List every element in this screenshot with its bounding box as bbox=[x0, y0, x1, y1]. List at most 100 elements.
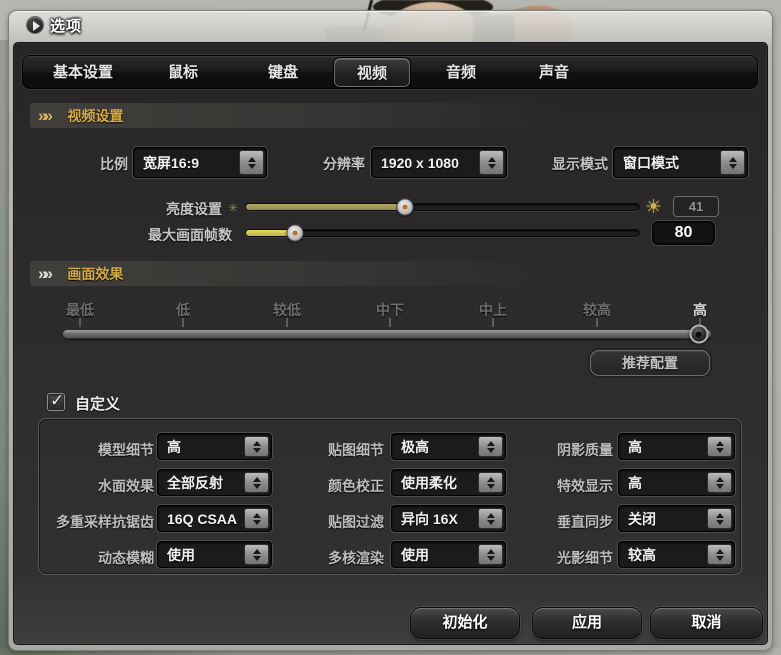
select-display-mode[interactable]: 窗口模式 bbox=[613, 147, 748, 178]
quality-label-low: 低 bbox=[176, 300, 190, 320]
tab-basic-settings[interactable]: 基本设置 bbox=[53, 56, 113, 90]
tab-sound[interactable]: 声音 bbox=[539, 56, 569, 90]
select-model-detail[interactable]: 高 bbox=[157, 433, 272, 460]
antialiasing-label: 多重采样抗锯齿 bbox=[44, 512, 154, 532]
spinner-button[interactable] bbox=[244, 472, 269, 493]
display-mode-label: 显示模式 bbox=[528, 154, 608, 174]
spinner-button[interactable] bbox=[707, 544, 732, 565]
quality-label-higher: 较高 bbox=[583, 300, 611, 320]
quality-label-mid-high: 中上 bbox=[479, 300, 507, 320]
select-effect-display[interactable]: 高 bbox=[618, 469, 735, 496]
select-resolution[interactable]: 1920 x 1080 bbox=[371, 147, 507, 178]
select-lighting-detail[interactable]: 较高 bbox=[618, 541, 735, 568]
quality-slider[interactable] bbox=[62, 329, 712, 339]
arrow-down-icon bbox=[716, 556, 724, 561]
select-value: 异向 16X bbox=[401, 509, 458, 529]
select-shadow-quality[interactable]: 高 bbox=[618, 433, 735, 460]
arrow-up-icon bbox=[487, 441, 495, 446]
arrow-down-icon bbox=[488, 164, 496, 169]
quality-label-lower: 较低 bbox=[273, 300, 301, 320]
shadow-quality-label: 阴影质量 bbox=[517, 440, 613, 460]
arrow-down-icon bbox=[487, 556, 495, 561]
quality-tick bbox=[79, 318, 81, 327]
model-detail-label: 模型细节 bbox=[44, 440, 154, 460]
play-circle-icon bbox=[26, 16, 44, 34]
select-antialiasing[interactable]: 16Q CSAA bbox=[157, 505, 272, 532]
select-value: 宽屏16:9 bbox=[143, 153, 199, 173]
select-value: 使用柔化 bbox=[401, 473, 457, 493]
checkmark-icon: ✓ bbox=[50, 391, 64, 411]
select-color-correction[interactable]: 使用柔化 bbox=[391, 469, 506, 496]
select-value: 16Q CSAA bbox=[167, 511, 237, 527]
framerate-value: 80 bbox=[652, 221, 715, 245]
window-title: 选项 bbox=[50, 15, 82, 36]
spinner-button[interactable] bbox=[478, 436, 503, 457]
quality-tick bbox=[492, 318, 494, 327]
options-screen: 选项 基本设置 鼠标 键盘 视频 音频 声音 »» 视频设置 比例 宽屏16:9… bbox=[0, 0, 781, 655]
quality-label-lowest: 最低 bbox=[66, 300, 94, 320]
arrow-up-icon bbox=[253, 549, 261, 554]
arrow-up-icon bbox=[488, 157, 496, 162]
cancel-button[interactable]: 取消 bbox=[650, 607, 763, 639]
brightness-slider-handle[interactable] bbox=[397, 199, 414, 216]
arrow-down-icon bbox=[253, 484, 261, 489]
select-aspect-ratio[interactable]: 宽屏16:9 bbox=[133, 147, 267, 178]
spinner-button[interactable] bbox=[244, 508, 269, 529]
select-texture-filter[interactable]: 异向 16X bbox=[391, 505, 506, 532]
spinner-button[interactable] bbox=[720, 150, 745, 175]
select-water-effect[interactable]: 全部反射 bbox=[157, 469, 272, 496]
select-value: 较高 bbox=[628, 545, 656, 565]
spinner-button[interactable] bbox=[478, 508, 503, 529]
spinner-button[interactable] bbox=[244, 436, 269, 457]
tab-audio[interactable]: 音频 bbox=[446, 56, 476, 90]
section-title: 画面效果 bbox=[67, 266, 123, 282]
tab-keyboard[interactable]: 键盘 bbox=[268, 56, 298, 90]
arrow-up-icon bbox=[729, 157, 737, 162]
select-value: 1920 x 1080 bbox=[381, 155, 459, 171]
tab-video[interactable]: 视频 bbox=[334, 58, 410, 87]
custom-settings-group: 模型细节 高 水面效果 全部反射 多重采样抗锯齿 16Q CSAA 动态模糊 使… bbox=[38, 418, 742, 575]
sun-icon: ☀ bbox=[645, 196, 662, 219]
arrow-down-icon bbox=[253, 520, 261, 525]
section-chevron-icon: » bbox=[43, 106, 52, 125]
spinner-button[interactable] bbox=[478, 544, 503, 565]
spinner-button[interactable] bbox=[239, 150, 264, 175]
select-value: 高 bbox=[167, 437, 181, 457]
select-motion-blur[interactable]: 使用 bbox=[157, 541, 272, 568]
select-vsync[interactable]: 关闭 bbox=[618, 505, 735, 532]
initialize-button[interactable]: 初始化 bbox=[410, 607, 520, 639]
select-texture-detail[interactable]: 极高 bbox=[391, 433, 506, 460]
arrow-down-icon bbox=[487, 484, 495, 489]
custom-checkbox-label[interactable]: 自定义 bbox=[75, 393, 120, 414]
recommended-config-button[interactable]: 推荐配置 bbox=[590, 350, 710, 376]
custom-checkbox[interactable]: ✓ bbox=[47, 393, 65, 411]
spinner-button[interactable] bbox=[478, 472, 503, 493]
select-value: 窗口模式 bbox=[623, 153, 679, 173]
framerate-slider[interactable] bbox=[245, 229, 640, 237]
select-value: 高 bbox=[628, 437, 642, 457]
texture-filter-label: 贴图过滤 bbox=[289, 512, 384, 532]
arrow-up-icon bbox=[487, 477, 495, 482]
apply-button[interactable]: 应用 bbox=[532, 607, 642, 639]
effect-display-label: 特效显示 bbox=[517, 476, 613, 496]
tab-mouse[interactable]: 鼠标 bbox=[168, 56, 198, 90]
brightness-slider-fill bbox=[246, 204, 405, 210]
select-value: 极高 bbox=[401, 437, 429, 457]
arrow-up-icon bbox=[487, 513, 495, 518]
spinner-button[interactable] bbox=[479, 150, 504, 175]
arrow-down-icon bbox=[729, 164, 737, 169]
multicore-render-label: 多核渲染 bbox=[289, 548, 384, 568]
spinner-button[interactable] bbox=[707, 436, 732, 457]
asterisk-icon: ✳ bbox=[228, 201, 238, 215]
spinner-button[interactable] bbox=[707, 472, 732, 493]
select-value: 关闭 bbox=[628, 509, 656, 529]
framerate-slider-handle[interactable] bbox=[286, 225, 303, 242]
quality-tick bbox=[596, 318, 598, 327]
brightness-slider[interactable] bbox=[245, 203, 640, 211]
spinner-button[interactable] bbox=[244, 544, 269, 565]
arrow-up-icon bbox=[253, 441, 261, 446]
quality-slider-handle[interactable] bbox=[690, 325, 709, 344]
arrow-down-icon bbox=[716, 484, 724, 489]
select-multicore-render[interactable]: 使用 bbox=[391, 541, 506, 568]
spinner-button[interactable] bbox=[707, 508, 732, 529]
